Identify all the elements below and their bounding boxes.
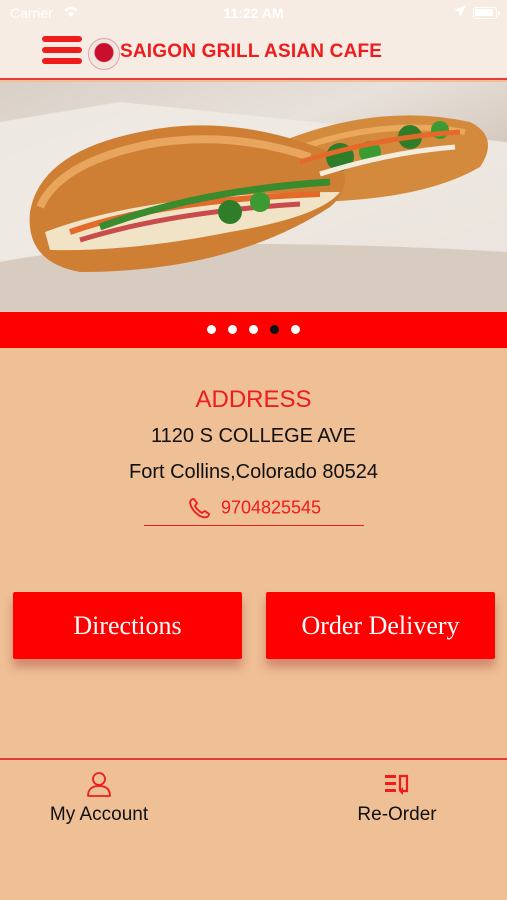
hero-image-banh-mi[interactable] bbox=[0, 82, 507, 312]
city-state-zip: Fort Collins,Colorado 80524 bbox=[128, 461, 379, 483]
carousel-dot-active[interactable] bbox=[270, 325, 279, 334]
location-arrow-icon bbox=[454, 5, 466, 17]
sandwich-illustration bbox=[0, 102, 507, 312]
carousel-dot[interactable] bbox=[291, 325, 300, 334]
directions-button[interactable]: Directions bbox=[13, 592, 242, 659]
user-icon bbox=[87, 772, 111, 797]
nav-my-account[interactable]: My Account bbox=[0, 770, 199, 826]
bottom-navigation: My Account Re-Order bbox=[0, 758, 507, 900]
carousel-dot[interactable] bbox=[207, 325, 216, 334]
phone-number: 9704825545 bbox=[220, 497, 322, 518]
street-address: 1120 S COLLEGE AVE bbox=[151, 425, 356, 447]
order-delivery-button[interactable]: Order Delivery bbox=[266, 592, 495, 659]
address-heading: ADDRESS bbox=[195, 386, 312, 413]
reorder-list-icon bbox=[385, 774, 409, 795]
carousel-dot[interactable] bbox=[249, 325, 258, 334]
app-header: SAIGON GRILL ASIAN CAFE bbox=[0, 28, 507, 80]
phone-icon bbox=[189, 498, 210, 519]
phone-link[interactable]: 9704825545 bbox=[144, 496, 364, 526]
hamburger-menu-icon[interactable] bbox=[42, 36, 82, 70]
nav-re-order-label: Re-Order bbox=[357, 804, 437, 825]
restaurant-logo bbox=[88, 38, 120, 70]
nav-re-order[interactable]: Re-Order bbox=[297, 770, 497, 826]
status-time: 11:22 AM bbox=[223, 5, 284, 21]
carousel-indicator-bar bbox=[0, 312, 507, 348]
carousel-dots[interactable] bbox=[0, 325, 507, 334]
app-title: SAIGON GRILL ASIAN CAFE bbox=[120, 41, 383, 62]
battery-icon bbox=[473, 7, 500, 19]
carousel-dot[interactable] bbox=[228, 325, 237, 334]
status-bar: Carrier 11:22 AM bbox=[0, 0, 507, 28]
nav-my-account-label: My Account bbox=[49, 804, 149, 825]
